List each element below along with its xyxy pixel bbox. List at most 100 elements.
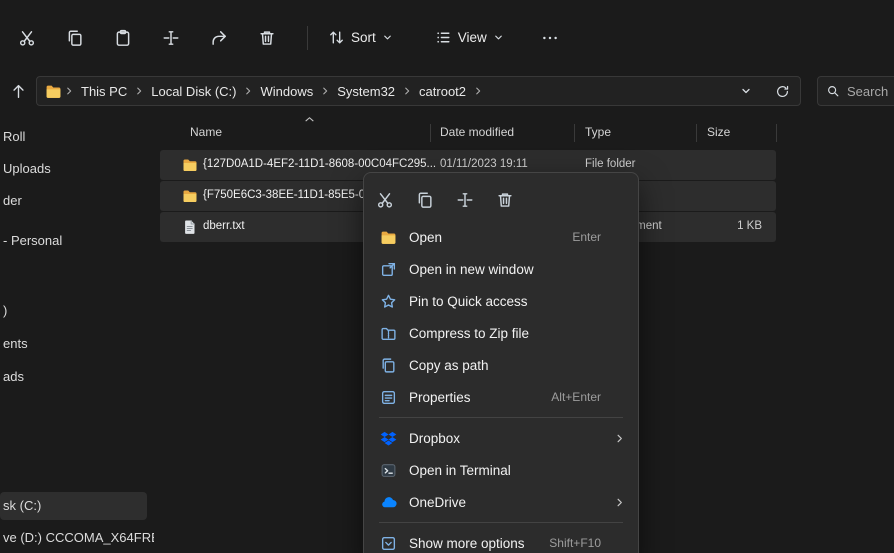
menu-item-label: Properties <box>409 390 551 405</box>
chevron-down-icon <box>740 85 752 97</box>
folder-icon <box>182 188 198 204</box>
sidebar-item-7[interactable]: sk (C:) <box>0 492 147 520</box>
delete-icon <box>496 191 514 209</box>
column-divider[interactable] <box>776 124 777 142</box>
rename-button[interactable] <box>449 183 481 217</box>
menu-item-properties[interactable]: Properties Alt+Enter <box>369 381 633 413</box>
breadcrumb-item-1[interactable]: Local Disk (C:) <box>146 81 241 102</box>
menu-item-shortcut: Enter <box>572 230 601 244</box>
file-explorer-window: Sort View This PC Local Disk (C:) Window… <box>0 0 894 553</box>
file-name: dberr.txt <box>203 220 245 232</box>
column-header-name[interactable]: Name <box>190 125 222 139</box>
column-divider[interactable] <box>696 124 697 142</box>
column-divider[interactable] <box>574 124 575 142</box>
column-header-size[interactable]: Size <box>707 125 730 139</box>
breadcrumb-item-4[interactable]: catroot2 <box>414 81 471 102</box>
delete-icon <box>258 29 276 47</box>
share-button[interactable] <box>199 20 239 56</box>
file-name: {127D0A1D-4EF2-11D1-8608-00C04FC295... <box>203 158 436 170</box>
breadcrumb: This PC Local Disk (C:) Windows System32… <box>36 76 801 106</box>
chevron-right-icon <box>64 86 74 96</box>
chevron-down-icon <box>493 32 504 43</box>
file-name: {F750E6C3-38EE-11D1-85E5-00 <box>203 189 372 201</box>
menu-item-shortcut: Alt+Enter <box>551 390 601 404</box>
command-toolbar: Sort View <box>0 0 894 75</box>
delete-button[interactable] <box>489 183 521 217</box>
copy-icon <box>66 29 84 47</box>
column-divider[interactable] <box>430 124 431 142</box>
cut-button[interactable] <box>369 183 401 217</box>
sidebar-item-5[interactable]: ents <box>0 330 28 358</box>
folder-icon <box>182 157 198 173</box>
sidebar-item-3[interactable]: - Personal <box>0 227 62 255</box>
chevron-down-icon <box>382 32 393 43</box>
menu-separator <box>379 417 623 418</box>
menu-item-open-in-new-window[interactable]: Open in new window <box>369 253 633 285</box>
cut-button[interactable] <box>7 20 47 56</box>
column-header-type[interactable]: Type <box>585 125 611 139</box>
copy-button[interactable] <box>55 20 95 56</box>
menu-item-label: Copy as path <box>409 358 601 373</box>
paste-icon <box>114 29 132 47</box>
submenu-chevron-right-icon <box>614 497 625 508</box>
menu-item-label: Open <box>409 230 572 245</box>
menu-item-compress-to-zip[interactable]: Compress to Zip file <box>369 317 633 349</box>
menu-item-label: Open in new window <box>409 262 601 277</box>
copy-path-icon <box>380 357 397 374</box>
address-dropdown-button[interactable] <box>734 79 758 103</box>
sidebar-item-8[interactable]: ve (D:) CCCOMA_X64FRE_I <box>0 524 154 552</box>
sidebar-item-0[interactable]: Roll <box>0 123 25 151</box>
folder-open-icon <box>380 229 397 246</box>
menu-item-show-more-options[interactable]: Show more options Shift+F10 <box>369 527 633 553</box>
paste-button[interactable] <box>103 20 143 56</box>
sidebar-item-6[interactable]: ads <box>0 363 24 391</box>
sidebar-item-1[interactable]: Uploads <box>0 155 51 183</box>
zip-folder-icon <box>380 325 397 342</box>
more-options-button[interactable] <box>530 20 570 56</box>
view-dropdown[interactable]: View <box>427 20 512 56</box>
rename-icon <box>162 29 180 47</box>
menu-item-onedrive[interactable]: OneDrive <box>369 486 633 518</box>
dropbox-icon <box>380 430 397 447</box>
toolbar-divider <box>307 26 308 50</box>
menu-item-label: Show more options <box>409 536 549 551</box>
breadcrumb-item-3[interactable]: System32 <box>332 81 400 102</box>
sidebar-item-4[interactable]: ) <box>0 297 7 325</box>
copy-button[interactable] <box>409 183 441 217</box>
column-header-date-modified[interactable]: Date modified <box>440 125 514 139</box>
menu-item-label: Open in Terminal <box>409 463 601 478</box>
menu-item-label: Pin to Quick access <box>409 294 601 309</box>
chevron-right-icon[interactable] <box>134 86 144 96</box>
search-icon <box>826 84 840 98</box>
menu-item-label: Compress to Zip file <box>409 326 601 341</box>
menu-item-open-in-terminal[interactable]: Open in Terminal <box>369 454 633 486</box>
chevron-right-icon[interactable] <box>473 86 483 96</box>
menu-item-pin-to-quick-access[interactable]: Pin to Quick access <box>369 285 633 317</box>
navigate-up-button[interactable] <box>4 77 32 105</box>
menu-item-open[interactable]: Open Enter <box>369 221 633 253</box>
chevron-right-icon[interactable] <box>243 86 253 96</box>
breadcrumb-item-2[interactable]: Windows <box>255 81 318 102</box>
chevron-right-icon[interactable] <box>402 86 412 96</box>
menu-item-shortcut: Shift+F10 <box>549 536 601 550</box>
sidebar-item-2[interactable]: der <box>0 187 22 215</box>
refresh-button[interactable] <box>770 79 794 103</box>
sort-dropdown[interactable]: Sort <box>320 20 401 56</box>
ellipsis-icon <box>541 29 559 47</box>
menu-item-dropbox[interactable]: Dropbox <box>369 422 633 454</box>
search-box[interactable] <box>817 76 894 106</box>
properties-icon <box>380 389 397 406</box>
menu-item-copy-as-path[interactable]: Copy as path <box>369 349 633 381</box>
file-size: 1 KB <box>737 220 762 232</box>
search-input[interactable] <box>847 84 894 99</box>
cut-icon <box>376 191 394 209</box>
folder-icon <box>45 83 62 100</box>
breadcrumb-item-0[interactable]: This PC <box>76 81 132 102</box>
rename-button[interactable] <box>151 20 191 56</box>
delete-button[interactable] <box>247 20 287 56</box>
sort-label: Sort <box>351 30 376 45</box>
rename-icon <box>456 191 474 209</box>
menu-item-label: Dropbox <box>409 431 601 446</box>
chevron-right-icon[interactable] <box>320 86 330 96</box>
copy-icon <box>416 191 434 209</box>
